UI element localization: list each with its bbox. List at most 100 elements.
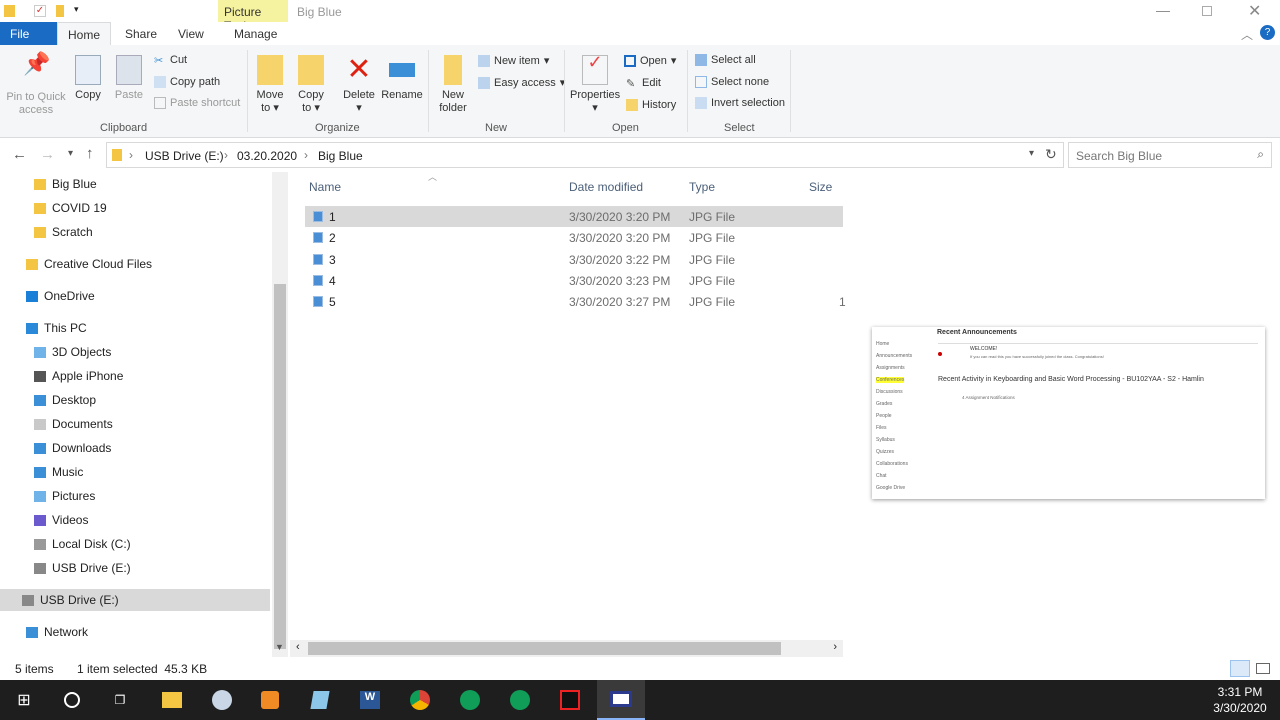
nav-item[interactable]: Music (16, 461, 83, 483)
tab-share[interactable]: Share (115, 22, 167, 46)
move-to-button[interactable]: Move to ▾ (252, 55, 288, 115)
up-button[interactable]: ↑ (86, 145, 94, 162)
invert-selection-button[interactable]: Invert selection (695, 97, 785, 109)
copy-path-button[interactable]: Copy path (154, 76, 220, 88)
nav-item[interactable]: Documents (16, 413, 113, 435)
select-all-button[interactable]: Select all (695, 54, 756, 66)
details-view-button[interactable] (1230, 660, 1250, 677)
column-header-name[interactable]: Name (309, 180, 341, 194)
preview-menu-item: Files (876, 425, 887, 431)
nav-item[interactable]: Scratch (16, 221, 93, 243)
nav-item[interactable]: USB Drive (E:) (0, 589, 270, 611)
copy-to-button[interactable]: Copy to ▾ (293, 55, 329, 115)
recent-locations-icon[interactable]: ▾ (68, 148, 73, 159)
help-icon[interactable]: ? (1260, 25, 1275, 40)
file-row[interactable]: 1 3/30/2020 3:20 PM JPG File (305, 206, 843, 227)
preview-pane-image: Recent Announcements WELCOME! If you can… (872, 327, 1265, 499)
close-button[interactable]: ✕ (1248, 1, 1261, 21)
delete-button[interactable]: ✕ Delete ▾ (340, 55, 378, 115)
hangouts-taskbar-icon[interactable] (446, 680, 494, 720)
select-none-button[interactable]: Select none (695, 76, 769, 88)
nav-item[interactable]: Creative Cloud Files (8, 253, 152, 275)
hangouts-taskbar-icon-2[interactable] (496, 680, 544, 720)
new-folder-button[interactable]: New folder (434, 55, 472, 115)
notepad-taskbar-icon[interactable] (296, 680, 344, 720)
breadcrumb-usb-drive[interactable]: USB Drive (E:) (145, 149, 224, 163)
nav-item[interactable]: Videos (16, 509, 88, 531)
paste-button[interactable]: Paste (112, 55, 146, 102)
nav-item[interactable]: Apple iPhone (16, 365, 123, 387)
nav-item[interactable]: 3D Objects (16, 341, 111, 363)
edit-button[interactable]: ✎ Edit (626, 77, 661, 90)
nav-item[interactable]: Downloads (16, 437, 111, 459)
nav-item[interactable]: Local Disk (C:) (16, 533, 131, 555)
file-row[interactable]: 2 3/30/2020 3:20 PM JPG File (305, 227, 843, 248)
nav-item[interactable]: OneDrive (8, 285, 95, 307)
word-taskbar-icon[interactable]: W (346, 680, 394, 720)
column-header-size[interactable]: Size (809, 180, 832, 194)
column-header-type[interactable]: Type (689, 180, 715, 194)
history-button[interactable]: History (626, 99, 676, 111)
nav-item[interactable]: COVID 19 (16, 197, 107, 219)
maximize-button[interactable] (1202, 6, 1212, 16)
nav-item[interactable]: Pictures (16, 485, 95, 507)
address-dropdown-icon[interactable]: ▾ (1029, 148, 1034, 159)
file-row[interactable]: 5 3/30/2020 3:27 PM JPG File 1 (305, 291, 846, 312)
acrobat-taskbar-icon[interactable] (546, 680, 594, 720)
file-row[interactable]: 4 3/30/2020 3:23 PM JPG File (305, 270, 843, 291)
copy-to-icon (298, 55, 324, 85)
collapse-ribbon-icon[interactable]: ︿ (1241, 26, 1253, 43)
nav-item[interactable]: USB Drive (E:) (16, 557, 131, 579)
nav-item[interactable]: This PC (8, 317, 87, 339)
file-explorer-taskbar-icon[interactable] (148, 680, 196, 720)
back-button[interactable]: ← (12, 146, 27, 163)
properties-quick-icon[interactable]: ✓ (34, 5, 46, 17)
chrome-taskbar-icon[interactable] (396, 680, 444, 720)
system-clock[interactable]: 3:31 PM 3/30/2020 (1205, 684, 1275, 716)
copy-button[interactable]: Copy (70, 55, 106, 102)
screen-recorder-taskbar-icon[interactable] (597, 680, 645, 720)
cut-button[interactable]: ✂ Cut (154, 54, 187, 67)
start-button[interactable]: ⊞ (0, 680, 48, 720)
search-input[interactable]: Search Big Blue ⌕ (1068, 142, 1272, 168)
file-row[interactable]: 3 3/30/2020 3:22 PM JPG File (305, 249, 843, 270)
tab-home[interactable]: Home (57, 22, 112, 46)
preview-menu-item: Assignments (876, 365, 905, 371)
column-header-date[interactable]: Date modified (569, 180, 643, 194)
forward-button[interactable]: → (40, 146, 55, 163)
search-cortana-button[interactable] (48, 680, 96, 720)
tab-file[interactable]: File (0, 22, 57, 46)
paste-shortcut-button[interactable]: Paste shortcut (154, 97, 240, 109)
phone-icon (34, 370, 46, 382)
nav-item[interactable]: Big Blue (16, 173, 97, 195)
customize-quick-access-icon[interactable]: ▾ (74, 4, 79, 15)
tab-view[interactable]: View (168, 22, 214, 46)
minimize-button[interactable]: — (1156, 2, 1170, 18)
nav-item[interactable]: Desktop (16, 389, 96, 411)
scissors-icon: ✂ (154, 55, 164, 67)
pin-to-quick-access-button[interactable]: 📌 Pin to Quick access (4, 53, 68, 117)
status-bar: 5 items 1 item selected 45.3 KB (0, 660, 1280, 680)
tab-manage[interactable]: Manage (224, 22, 287, 46)
breadcrumb-date-folder[interactable]: 03.20.2020 (237, 149, 297, 163)
breadcrumb-big-blue[interactable]: Big Blue (318, 149, 363, 163)
paint-taskbar-icon[interactable] (198, 680, 246, 720)
refresh-icon[interactable]: ↻ (1045, 146, 1057, 163)
copy-path-icon (154, 76, 166, 88)
easy-access-icon (478, 76, 490, 89)
nav-scrollbar[interactable]: ▼ (272, 172, 288, 657)
rename-button[interactable]: Rename (380, 55, 424, 102)
nav-item[interactable]: Network (8, 621, 88, 643)
title-bar (0, 0, 1280, 22)
open-button[interactable]: Open ▾ (624, 54, 676, 67)
properties-button[interactable]: ✓ Properties ▾ (570, 53, 620, 115)
new-item-button[interactable]: New item ▾ (478, 54, 549, 67)
address-bar[interactable]: › USB Drive (E:) › 03.20.2020 › Big Blue… (106, 142, 1064, 168)
horizontal-scrollbar[interactable]: ‹ › (290, 640, 843, 657)
large-icons-view-button[interactable] (1256, 663, 1270, 674)
easy-access-button[interactable]: Easy access ▾ (478, 76, 565, 89)
history-icon (626, 99, 638, 111)
task-view-button[interactable]: ❐ (96, 680, 144, 720)
media-player-taskbar-icon[interactable] (246, 680, 294, 720)
new-folder-quick-icon[interactable] (56, 5, 64, 17)
